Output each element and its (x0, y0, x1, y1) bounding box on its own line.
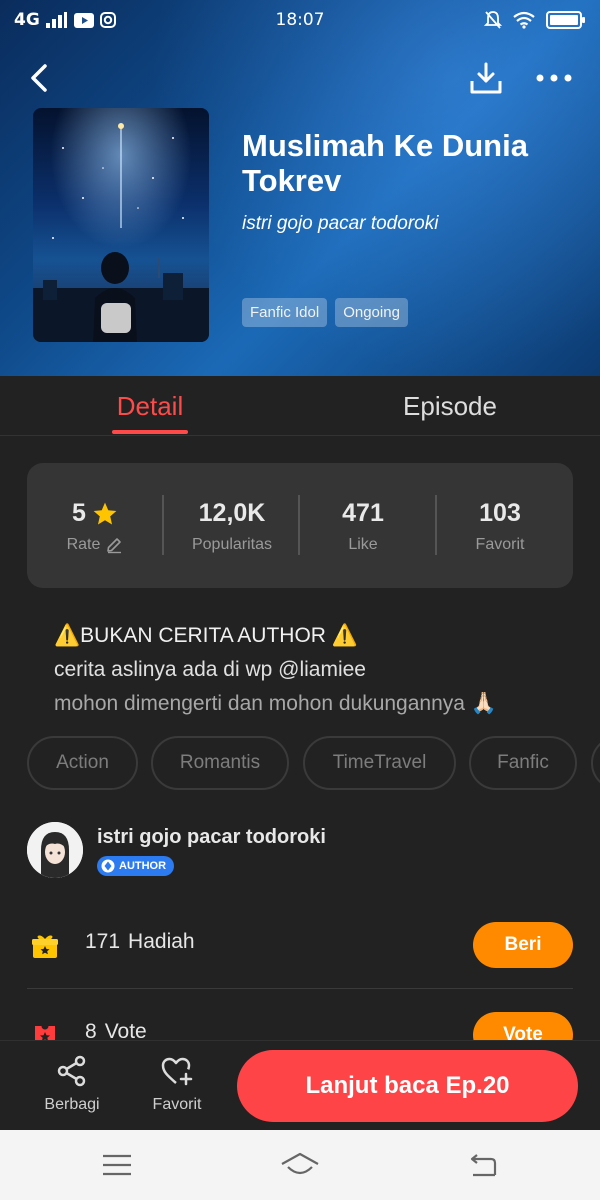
give-gift-button[interactable]: Beri (473, 922, 573, 968)
wifi-icon (513, 11, 535, 29)
tab-detail[interactable]: Detail (60, 376, 240, 436)
favorite-value: 103 (479, 499, 521, 527)
cover-artwork (33, 108, 209, 342)
mute-icon (484, 11, 502, 29)
popularity-label: Popularitas (191, 536, 273, 553)
stat-like: 471 Like (295, 499, 431, 554)
gift-icon (32, 935, 58, 958)
edit-pencil-icon[interactable] (105, 536, 123, 554)
network-type: 4G (14, 10, 40, 30)
heart-add-icon (161, 1057, 193, 1086)
like-label: Like (348, 536, 378, 553)
divider (27, 988, 573, 989)
home-icon (281, 1152, 319, 1175)
battery-icon (546, 11, 585, 29)
book-tags: Fanfic Idol Ongoing (242, 298, 408, 327)
stat-popularity: 12,0K Popularitas (164, 499, 300, 554)
genre-chip[interactable]: Action (27, 736, 138, 790)
book-cover (33, 108, 209, 342)
active-tab-indicator (112, 430, 188, 434)
gift-row: 171 Hadiah Beri (27, 910, 573, 978)
tag-category[interactable]: Fanfic Idol (242, 298, 328, 327)
genre-chip[interactable]: Romantis (151, 736, 289, 790)
more-options-button[interactable] (532, 58, 576, 98)
signal-icon (45, 12, 67, 28)
youtube-icon (73, 12, 94, 28)
description-line: mohon dimengerti dan mohon dukungannya 🙏… (54, 692, 497, 715)
bottom-action-bar: Berbagi Favorit Lanjut baca Ep.20 (0, 1040, 600, 1130)
author-card[interactable]: istri gojo pacar todoroki AUTHOR (27, 820, 573, 882)
system-back-button[interactable] (452, 1144, 512, 1186)
share-button[interactable]: Berbagi (32, 1055, 112, 1114)
favorite-button[interactable]: Favorit (137, 1055, 217, 1114)
stat-rate[interactable]: 5 Rate (27, 499, 163, 554)
star-icon (93, 502, 117, 525)
gift-count: 171 (85, 930, 121, 953)
rate-value: 5 (72, 499, 86, 527)
verified-icon (101, 859, 115, 873)
back-arrow-icon (31, 64, 47, 92)
author-avatar-image (27, 822, 83, 878)
like-value: 471 (342, 499, 384, 527)
favorite-button-label: Favorit (152, 1096, 202, 1113)
share-icon (57, 1055, 86, 1087)
author-badge: AUTHOR (97, 856, 175, 876)
home-button[interactable] (270, 1144, 330, 1186)
description-line: cerita aslinya ada di wp @liamiee (54, 658, 366, 681)
menu-lines-icon (103, 1154, 131, 1176)
instagram-icon (99, 12, 116, 28)
favorite-label: Favorit (475, 536, 525, 553)
genre-chip[interactable]: TimeTravel (303, 736, 456, 790)
book-title: Muslimah Ke Dunia Tokrev (242, 128, 528, 198)
system-nav-bar (0, 1130, 600, 1200)
genre-chip-overflow[interactable] (591, 736, 600, 790)
rate-label: Rate (66, 536, 101, 553)
stats-card: 5 Rate 12,0K Popularitas 471 Like 103 Fa… (27, 463, 573, 588)
download-icon (470, 62, 502, 94)
tab-episode[interactable]: Episode (360, 376, 540, 436)
tag-status: Ongoing (335, 298, 408, 327)
popularity-value: 12,0K (198, 499, 266, 527)
back-return-icon (470, 1154, 497, 1177)
genre-chip[interactable]: Fanfic (469, 736, 577, 790)
more-dots-icon (536, 74, 572, 82)
download-button[interactable] (466, 58, 506, 98)
stat-favorite: 103 Favorit (432, 499, 568, 554)
tab-bar: Detail Episode (0, 376, 600, 436)
author-badge-label: AUTHOR (119, 860, 167, 872)
gift-label: Hadiah (128, 930, 195, 953)
avatar[interactable] (27, 822, 83, 878)
status-bar: 4G 18:07 (0, 0, 600, 40)
share-label: Berbagi (44, 1096, 100, 1113)
book-author[interactable]: istri gojo pacar todoroki (242, 213, 438, 235)
recent-apps-button[interactable] (87, 1144, 147, 1186)
back-button[interactable] (20, 58, 60, 98)
book-description[interactable]: ⚠️BUKAN CERITA AUTHOR ⚠️ cerita aslinya … (54, 619, 574, 721)
top-bar (0, 56, 600, 100)
continue-reading-button[interactable]: Lanjut baca Ep.20 (237, 1050, 578, 1122)
clock: 18:07 (275, 10, 325, 30)
description-line: ⚠️BUKAN CERITA AUTHOR ⚠️ (54, 624, 358, 647)
author-name[interactable]: istri gojo pacar todoroki (97, 826, 326, 849)
genre-list: Action Romantis TimeTravel Fanfic (27, 736, 600, 790)
